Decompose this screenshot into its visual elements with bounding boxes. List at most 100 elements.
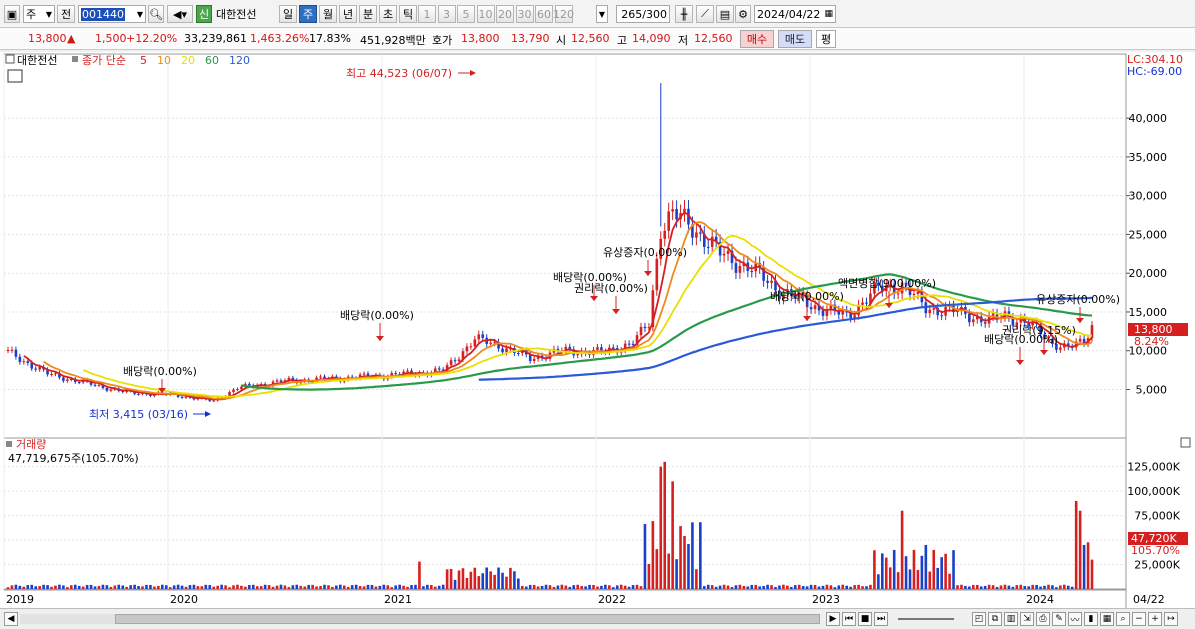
volume-bar <box>797 584 801 589</box>
copy-icon[interactable]: ⧉ <box>988 612 1002 626</box>
interval-button-1[interactable]: 3 <box>437 5 456 23</box>
zoom-slider[interactable] <box>898 618 954 620</box>
gear-icon[interactable]: ⚙ <box>735 5 751 23</box>
candle-body <box>62 377 65 381</box>
volume-bar <box>912 549 916 589</box>
candle-type-icon[interactable]: ╫ <box>675 5 693 23</box>
volume-bar <box>726 585 730 589</box>
candle-body <box>861 302 864 305</box>
mode-button[interactable]: 전 <box>57 5 75 23</box>
export-icon[interactable]: ⇲ <box>1020 612 1034 626</box>
print-icon[interactable]: ⎙ <box>1036 612 1050 626</box>
price-panel <box>3 53 1127 441</box>
trend-line-icon[interactable]: ⟋ <box>696 5 714 23</box>
price-volume-chart[interactable]: 40,00035,00030,00025,00020,00015,00010,0… <box>0 52 1195 612</box>
interval-button-5[interactable]: 30 <box>515 5 534 23</box>
interval-dropdown[interactable]: ▼ <box>596 5 608 23</box>
volume-bar <box>69 585 73 589</box>
scrollbar-thumb[interactable] <box>115 614 820 624</box>
period-tab-0[interactable]: 일 <box>279 5 297 23</box>
volume-bar <box>861 586 864 589</box>
volume-bar <box>89 584 93 589</box>
buy-button[interactable]: 매수 <box>740 30 774 48</box>
table-icon[interactable]: ▥ <box>1004 612 1018 626</box>
period-tab-6[interactable]: 틱 <box>399 5 417 23</box>
volume-bar <box>1051 585 1054 589</box>
first-page-icon[interactable]: ⏮ <box>842 612 856 626</box>
magnifier-icon[interactable]: ⌕ <box>1116 612 1130 626</box>
calculator-icon[interactable] <box>7 69 23 83</box>
candle-body <box>940 315 943 317</box>
volume-bar <box>30 584 34 589</box>
grid-icon[interactable]: ▦ <box>1100 612 1114 626</box>
volume-bar <box>793 585 797 589</box>
volume-bar <box>805 586 809 589</box>
sell-button[interactable]: 매도 <box>778 30 812 48</box>
period-tab-5[interactable]: 초 <box>379 5 397 23</box>
volume-bar <box>81 586 85 589</box>
save-icon[interactable]: ▤ <box>716 5 734 23</box>
period-tab-2[interactable]: 월 <box>319 5 337 23</box>
volume-bar <box>651 521 655 589</box>
volume-bar <box>117 584 121 589</box>
stock-code-input[interactable]: 001440 ▼ <box>78 5 146 23</box>
chart-bar-icon[interactable]: ▮ <box>1084 612 1098 626</box>
zoom-in-icon[interactable]: + <box>1148 612 1162 626</box>
interval-button-2[interactable]: 5 <box>457 5 475 23</box>
volume-bar <box>718 585 722 589</box>
volume-bar <box>667 553 670 589</box>
volume-bar <box>485 567 489 589</box>
layout-icon[interactable]: ◰ <box>972 612 986 626</box>
chart-line-icon[interactable]: 〰 <box>1068 612 1082 626</box>
volume-bar <box>758 586 761 589</box>
price-tick-label: 20,000 <box>1129 267 1168 280</box>
window-menu-icon[interactable]: ▣ <box>4 5 20 23</box>
volume-bar <box>137 586 140 589</box>
candle-body <box>734 263 738 273</box>
candle-body <box>932 308 936 310</box>
volume-bar <box>774 587 777 589</box>
scroll-left-icon[interactable]: ◀ <box>4 612 18 626</box>
last-page-icon[interactable]: ⏭ <box>874 612 888 626</box>
fit-icon[interactable]: ↦ <box>1164 612 1178 626</box>
candle-body <box>639 326 643 336</box>
date-field[interactable]: 2024/04/22 ▦ <box>754 5 836 23</box>
interval-button-3[interactable]: 10 <box>476 5 495 23</box>
volume-bar <box>315 586 318 589</box>
x-axis-end-label: 04/22 <box>1133 593 1165 606</box>
bar-count-field[interactable]: 265/300 <box>616 5 670 23</box>
period-tab-4[interactable]: 분 <box>359 5 377 23</box>
interval-button-6[interactable]: 60 <box>535 5 553 23</box>
volume-bar <box>85 584 89 589</box>
volume-bar <box>477 576 481 589</box>
candle-body <box>667 211 670 231</box>
volume-bar <box>481 573 485 589</box>
volume-bar <box>560 584 564 589</box>
volume-bar <box>121 585 125 589</box>
candle-body <box>453 360 457 362</box>
zoom-out-icon[interactable]: − <box>1132 612 1146 626</box>
speaker-icon[interactable]: ◀▾ <box>167 5 193 23</box>
scroll-right-icon[interactable]: ▶ <box>826 612 840 626</box>
volume-bar <box>244 586 247 589</box>
volume-bar <box>968 586 971 589</box>
candle-body <box>38 367 41 370</box>
period-tab-3[interactable]: 년 <box>339 5 357 23</box>
volume-bar <box>671 481 674 589</box>
stop-icon[interactable]: ■ <box>858 612 872 626</box>
volume-bar <box>129 585 132 589</box>
draw-icon[interactable]: ✎ <box>1052 612 1066 626</box>
volume-bar <box>251 584 255 589</box>
eval-button[interactable]: 평 <box>816 30 836 48</box>
horizontal-scrollbar[interactable] <box>20 614 820 624</box>
candle-body <box>770 280 773 283</box>
interval-button-7[interactable]: 120 <box>553 5 574 23</box>
interval-button-0[interactable]: 1 <box>418 5 436 23</box>
period-tab-1[interactable]: 주 <box>299 5 317 23</box>
market-type-select[interactable]: 주 ▼ <box>23 5 55 23</box>
interval-button-4[interactable]: 20 <box>496 5 514 23</box>
close-panel-icon[interactable] <box>1180 437 1191 448</box>
candle-body <box>750 271 754 273</box>
search-icon[interactable]: 🔍︎ <box>148 5 164 23</box>
volume-bar <box>544 584 548 589</box>
